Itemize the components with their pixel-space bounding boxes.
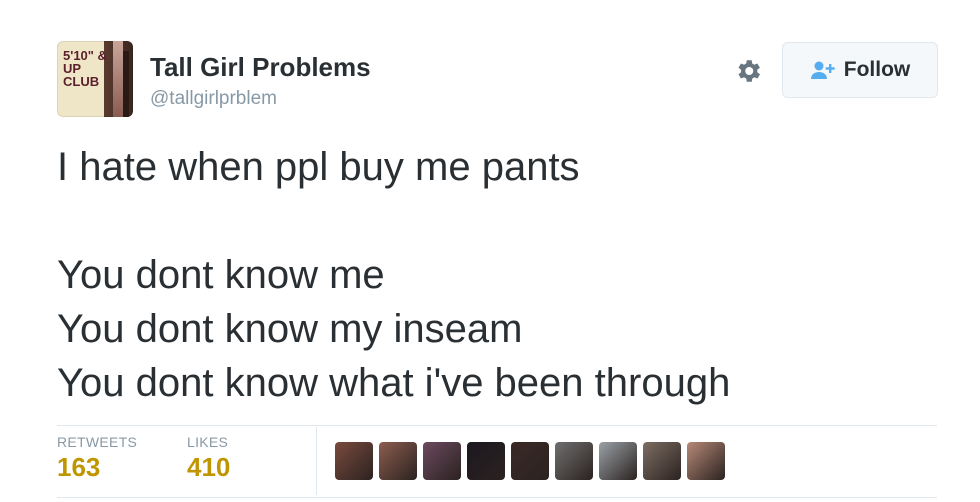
retweets-label: RETWEETS [57,434,138,450]
liker-avatar[interactable] [555,442,593,480]
avatar-badge-text: 5'10" & UP CLUB [63,48,107,89]
stats-separator [316,427,317,495]
likes-label: LIKES [187,434,229,450]
gear-icon[interactable] [733,56,763,86]
user-handle[interactable]: @tallgirlprblem [150,88,277,110]
liker-avatar[interactable] [379,442,417,480]
likes-count: 410 [187,452,231,482]
retweets-count: 163 [57,452,101,482]
display-name[interactable]: Tall Girl Problems [150,52,371,83]
retweets-stat[interactable]: RETWEETS 163 [57,434,137,483]
liker-avatar[interactable] [643,442,681,480]
tweet-line: You dont know me [57,253,385,297]
liker-avatar[interactable] [687,442,725,480]
avatar-image-shadow [123,51,129,117]
stats-bottom-divider [57,497,937,498]
tweet-line: You dont know what i've been through [57,361,731,405]
liker-avatar[interactable] [599,442,637,480]
liker-avatars [335,442,725,480]
tweet-line: I hate when ppl buy me pants [57,145,580,189]
liker-avatar[interactable] [423,442,461,480]
tweet-line: You dont know my inseam [57,307,523,351]
avatar[interactable]: 5'10" & UP CLUB [57,41,133,117]
liker-avatar[interactable] [511,442,549,480]
avatar-image [113,41,123,117]
likes-stat[interactable]: LIKES 410 [187,434,230,483]
liker-avatar[interactable] [335,442,373,480]
follow-button[interactable]: Follow [782,42,938,98]
add-user-icon [810,61,835,79]
liker-avatar[interactable] [467,442,505,480]
stats-top-divider [57,425,937,426]
follow-label: Follow [843,58,911,81]
tweet-text: I hate when ppl buy me pants You dont kn… [57,140,937,410]
